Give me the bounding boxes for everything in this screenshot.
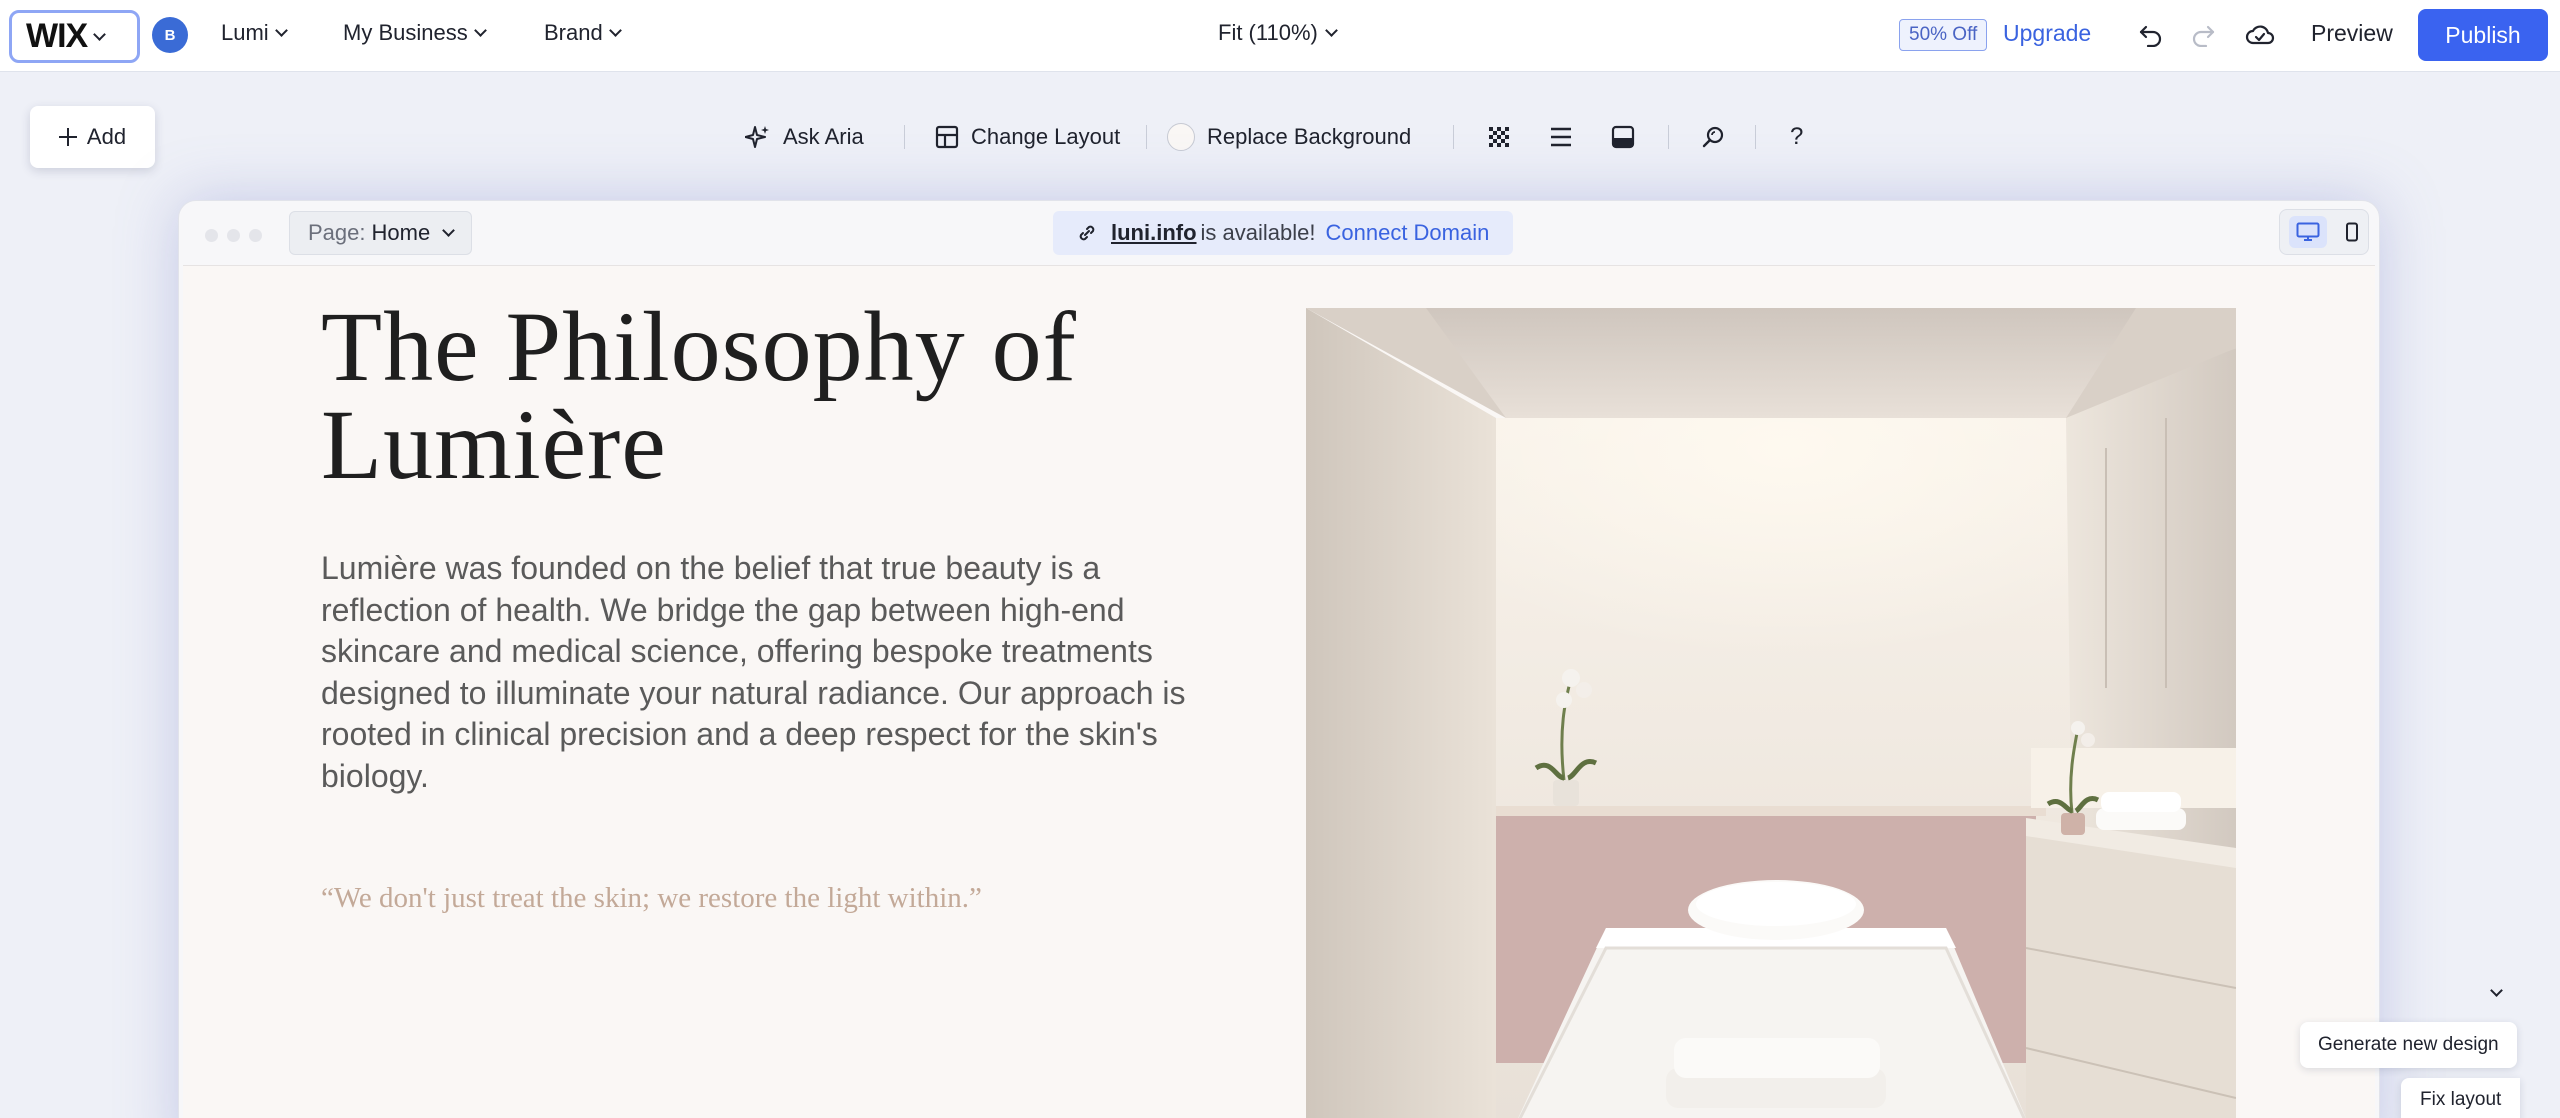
- section-layout-icon[interactable]: [1611, 122, 1635, 152]
- chevron-down-icon: [442, 224, 456, 237]
- layout-icon: [935, 125, 959, 149]
- chevron-down-icon: [93, 27, 107, 41]
- device-switcher: [2279, 209, 2369, 255]
- wix-logo: WIX: [26, 17, 88, 55]
- site-menu-label: Lumi: [221, 20, 269, 45]
- preview-button[interactable]: Preview: [2311, 20, 2393, 47]
- toolbar-divider: [1668, 125, 1669, 149]
- ask-aria-label: Ask Aria: [783, 124, 864, 149]
- help-icon[interactable]: ?: [1790, 122, 1803, 152]
- mobile-icon[interactable]: [2345, 222, 2359, 242]
- treatment-room-photo[interactable]: [1306, 308, 2236, 1118]
- domain-banner: luni.info is available! Connect Domain: [1053, 211, 1514, 255]
- texture-icon[interactable]: [1487, 122, 1511, 152]
- toolbar-divider: [1755, 125, 1756, 149]
- wix-logo-menu[interactable]: WIX: [9, 10, 140, 63]
- toolbar-divider: [904, 125, 905, 149]
- connect-domain-link[interactable]: Connect Domain: [1325, 220, 1489, 246]
- avatar[interactable]: B: [152, 17, 188, 53]
- page-selector-value: Home: [371, 220, 431, 245]
- undo-icon[interactable]: [2136, 20, 2166, 50]
- background-swatch-icon: [1167, 123, 1195, 151]
- chevron-down-icon: [473, 24, 487, 37]
- site-menu[interactable]: Lumi: [221, 20, 288, 46]
- desktop-icon[interactable]: [2289, 216, 2327, 248]
- domain-name[interactable]: luni.info: [1111, 220, 1197, 246]
- zoom-dropdown[interactable]: Fit (110%): [1218, 20, 1338, 46]
- generate-new-design-button[interactable]: Generate new design: [2300, 1022, 2517, 1068]
- my-business-label: My Business: [343, 20, 468, 45]
- cloud-save-icon[interactable]: [2244, 20, 2276, 50]
- chevron-down-icon: [608, 24, 622, 37]
- add-label: Add: [86, 124, 127, 149]
- change-layout-label: Change Layout: [971, 124, 1121, 149]
- page-heading[interactable]: The Philosophy of Lumière: [321, 297, 1141, 495]
- collapse-chevron-icon[interactable]: [2490, 982, 2503, 1000]
- page-canvas: The Philosophy of Lumière Lumière was fo…: [183, 265, 2375, 1118]
- plus-icon: [58, 128, 77, 146]
- ask-aria-button[interactable]: Ask Aria: [745, 122, 864, 152]
- chevron-down-icon: [274, 24, 288, 37]
- add-button[interactable]: Add: [30, 106, 155, 168]
- intro-paragraph[interactable]: Lumière was founded on the belief that t…: [321, 548, 1201, 797]
- brand-quote[interactable]: “We don't just treat the skin; we restor…: [321, 882, 1121, 915]
- upgrade-link[interactable]: Upgrade: [2003, 20, 2091, 47]
- toolbar-divider: [1453, 125, 1454, 149]
- sparkle-icon: [745, 126, 769, 148]
- chevron-down-icon: [1324, 24, 1338, 37]
- link-icon: [1079, 225, 1095, 241]
- replace-background-button[interactable]: Replace Background: [1167, 122, 1411, 152]
- publish-button[interactable]: Publish: [2418, 9, 2548, 61]
- page-selector-label: Page:: [308, 220, 366, 245]
- search-icon[interactable]: [1701, 122, 1725, 152]
- fix-layout-button[interactable]: Fix layout: [2401, 1078, 2521, 1118]
- top-bar: WIX B Lumi My Business Brand Fit (110%) …: [0, 0, 2560, 72]
- replace-background-label: Replace Background: [1207, 124, 1412, 149]
- redo-icon[interactable]: [2188, 20, 2218, 50]
- domain-available-text: is available!: [1200, 220, 1316, 245]
- window-dots: [205, 229, 262, 242]
- zoom-label: Fit (110%): [1218, 20, 1318, 45]
- toolbar-divider: [1146, 125, 1147, 149]
- site-preview-frame: Page: Home luni.info is available! Conne…: [178, 200, 2380, 1118]
- discount-badge[interactable]: 50% Off: [1899, 19, 1988, 51]
- brand-label: Brand: [544, 20, 603, 45]
- page-selector[interactable]: Page: Home: [289, 211, 473, 255]
- brand-menu[interactable]: Brand: [544, 20, 622, 46]
- align-icon[interactable]: [1549, 122, 1573, 152]
- change-layout-button[interactable]: Change Layout: [935, 122, 1120, 152]
- my-business-menu[interactable]: My Business: [343, 20, 487, 46]
